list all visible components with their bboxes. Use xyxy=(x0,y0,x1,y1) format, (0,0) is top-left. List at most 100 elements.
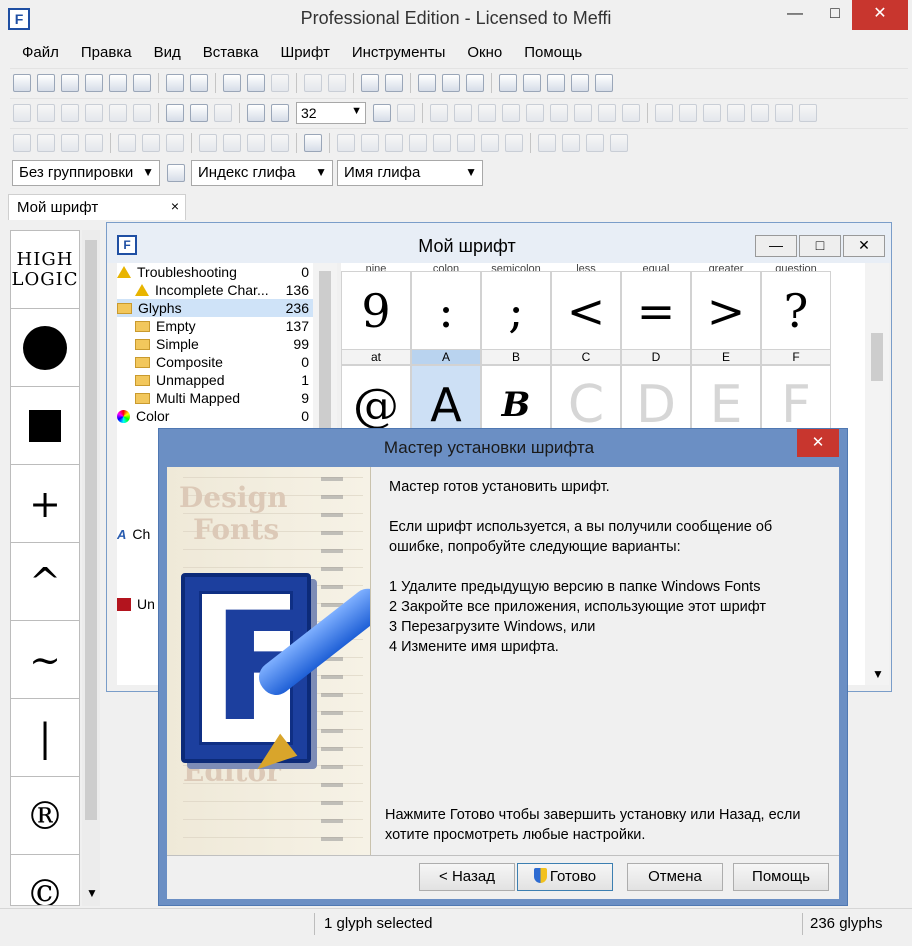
cancel-button[interactable]: Отмена xyxy=(627,863,723,891)
glyph-cell-nine[interactable]: 9 xyxy=(341,271,411,351)
tree-item-unmapped[interactable]: Unmapped 1 xyxy=(117,371,313,389)
export-icon[interactable] xyxy=(133,73,151,92)
hand-icon[interactable] xyxy=(61,103,79,122)
paste-icon[interactable] xyxy=(271,73,289,92)
grouping-select[interactable]: Без группировки ▼ xyxy=(12,160,160,186)
outline-icon[interactable] xyxy=(409,133,427,152)
menu-window[interactable]: Окно xyxy=(453,40,510,66)
image-icon[interactable] xyxy=(478,103,496,122)
knife-icon[interactable] xyxy=(109,103,127,122)
palette-item-caret[interactable]: ^ xyxy=(11,543,79,621)
save-icon[interactable] xyxy=(85,73,103,92)
glyph-cell-semicolon[interactable]: ; xyxy=(481,271,551,351)
pointer-icon[interactable] xyxy=(430,103,448,122)
brush-icon[interactable] xyxy=(526,103,544,122)
install-font-icon[interactable] xyxy=(547,73,565,92)
sort-az-icon[interactable] xyxy=(167,164,185,182)
glyph-name-select[interactable]: Имя глифа ▼ xyxy=(337,160,483,186)
copy-icon[interactable] xyxy=(247,73,265,92)
exclude-icon[interactable] xyxy=(610,133,628,152)
tab-my-font[interactable]: Мой шрифт × xyxy=(8,194,186,220)
align-bottom-icon[interactable] xyxy=(247,133,265,152)
tree-item-glyphs[interactable]: Glyphs 236 xyxy=(117,299,313,317)
ellipse-icon[interactable] xyxy=(574,103,592,122)
simplify-icon[interactable] xyxy=(361,133,379,152)
validate-icon[interactable] xyxy=(442,73,460,92)
connect-icon[interactable] xyxy=(775,103,793,122)
new-icon[interactable] xyxy=(13,73,31,92)
menu-font[interactable]: Шрифт xyxy=(266,40,337,66)
glyph-cell-equal[interactable]: = xyxy=(621,271,691,351)
new-font-icon[interactable] xyxy=(37,73,55,92)
test-install-icon[interactable] xyxy=(466,73,484,92)
scroll-down-icon[interactable]: ▼ xyxy=(872,667,884,681)
zoom-out-icon[interactable] xyxy=(271,103,289,122)
wizard-close-button[interactable]: ✕ xyxy=(797,429,839,457)
forward-icon[interactable] xyxy=(61,133,79,152)
undo-icon[interactable] xyxy=(304,73,322,92)
add-glyphs-icon[interactable] xyxy=(385,73,403,92)
menu-insert[interactable]: Вставка xyxy=(189,40,267,66)
palette-item-plus[interactable]: + xyxy=(11,465,79,543)
menu-edit[interactable]: Правка xyxy=(67,40,140,66)
zoom-select[interactable]: 32 ▼ xyxy=(296,101,366,124)
palette-item-copyright[interactable]: © xyxy=(11,855,79,906)
align-center-icon[interactable] xyxy=(142,133,160,152)
flip-icon[interactable] xyxy=(598,103,616,122)
transform-icon[interactable] xyxy=(454,103,472,122)
print-preview-icon[interactable] xyxy=(499,73,517,92)
palette-logo[interactable]: HIGH LOGIC xyxy=(11,231,79,309)
palette-scrollbar[interactable]: ▼ xyxy=(82,230,100,906)
tree-item-multi-mapped[interactable]: Multi Mapped 9 xyxy=(117,389,313,407)
round-icon[interactable] xyxy=(481,133,499,152)
background-image-icon[interactable] xyxy=(166,103,184,122)
align-left-icon[interactable] xyxy=(118,133,136,152)
save-all-icon[interactable] xyxy=(109,73,127,92)
tree-item-incomplete-characters[interactable]: Incomplete Char... 136 xyxy=(117,281,313,299)
rotate-icon[interactable] xyxy=(622,103,640,122)
maximize-button[interactable]: □ xyxy=(799,235,841,257)
tree-item-color[interactable]: Color 0 xyxy=(117,407,313,425)
palette-item-bar[interactable]: | xyxy=(11,699,79,777)
zoom-fit-icon[interactable] xyxy=(373,103,391,122)
close-button[interactable]: ✕ xyxy=(852,0,908,30)
character-map-icon[interactable] xyxy=(571,73,589,92)
union-icon[interactable] xyxy=(538,133,556,152)
close-tab-icon[interactable]: × xyxy=(171,198,179,214)
menu-help[interactable]: Помощь xyxy=(510,40,590,66)
intersect-icon[interactable] xyxy=(562,133,580,152)
close-button[interactable]: ✕ xyxy=(843,235,885,257)
snap-icon[interactable] xyxy=(727,103,745,122)
scroll-thumb[interactable] xyxy=(85,240,97,820)
glyph-cell-colon[interactable]: : xyxy=(411,271,481,351)
bring-front-icon[interactable] xyxy=(13,133,31,152)
glyph-list-icon[interactable] xyxy=(304,133,322,152)
zoom-in-icon[interactable] xyxy=(247,103,265,122)
tree-item-troubleshooting[interactable]: Troubleshooting 0 xyxy=(117,263,313,281)
palette-item-tilde[interactable]: ~ xyxy=(11,621,79,699)
measure-icon[interactable] xyxy=(85,103,103,122)
sort-index-select[interactable]: Индекс глифа ▼ xyxy=(191,160,333,186)
distribute-icon[interactable] xyxy=(271,133,289,152)
clear-icon[interactable] xyxy=(337,133,355,152)
align-top-icon[interactable] xyxy=(199,133,217,152)
cut-icon[interactable] xyxy=(223,73,241,92)
merge-icon[interactable] xyxy=(385,133,403,152)
scroll-down-icon[interactable]: ▼ xyxy=(86,886,98,900)
palette-item-square[interactable] xyxy=(11,387,79,465)
grid-icon[interactable] xyxy=(655,103,673,122)
lasso-icon[interactable] xyxy=(37,103,55,122)
pen-tool-icon[interactable] xyxy=(502,103,520,122)
scroll-thumb[interactable] xyxy=(871,333,883,381)
menu-tools[interactable]: Инструменты xyxy=(338,40,454,66)
nodes-icon[interactable] xyxy=(703,103,721,122)
glyph-preview-icon[interactable] xyxy=(214,103,232,122)
menu-file[interactable]: Файл xyxy=(8,40,67,66)
properties-icon[interactable] xyxy=(418,73,436,92)
toggle-outline-icon[interactable] xyxy=(190,103,208,122)
help-button[interactable]: Помощь xyxy=(733,863,829,891)
finish-button[interactable]: Готово xyxy=(517,863,613,891)
eraser-icon[interactable] xyxy=(133,103,151,122)
print-icon[interactable] xyxy=(166,73,184,92)
subtract-icon[interactable] xyxy=(586,133,604,152)
